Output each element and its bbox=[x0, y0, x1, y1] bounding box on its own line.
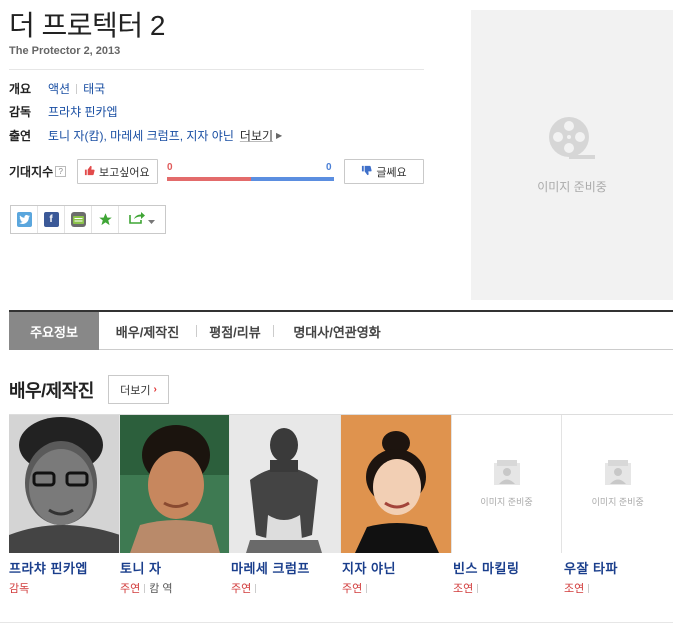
share-dropdown-button[interactable] bbox=[119, 211, 165, 229]
poster-placeholder-text: 이미지 준비중 bbox=[537, 180, 607, 194]
cast-links[interactable]: 토니 자(캄), 마레세 크럼프, 지자 야닌 bbox=[48, 127, 234, 144]
cast-name-2[interactable]: 토니 자 bbox=[120, 558, 162, 577]
portrait-image bbox=[341, 415, 451, 553]
cast-role-5: 조연 bbox=[453, 580, 482, 596]
role-text: 조연 bbox=[564, 583, 585, 595]
separator bbox=[588, 583, 590, 593]
photo-placeholder-text: 이미지 준비중 bbox=[591, 497, 644, 507]
role-text: 조연 bbox=[453, 583, 474, 595]
cast-row-info: 출연 토니 자(캄), 마레세 크럼프, 지자 야닌 더보기 ▶ bbox=[9, 127, 282, 144]
role-text: 주연 bbox=[342, 583, 363, 595]
tab-main-info[interactable]: 주요정보 bbox=[9, 312, 99, 350]
director-row: 감독 프라챠 핀카엡 bbox=[9, 103, 118, 120]
help-icon[interactable]: ? bbox=[55, 165, 67, 177]
tab-ratings-reviews[interactable]: 평점/리뷰 bbox=[197, 312, 273, 350]
chevron-right-icon: ▶ bbox=[276, 131, 283, 140]
want-count: 0 bbox=[167, 162, 173, 173]
cast-section-title: 배우/제작진 bbox=[9, 381, 94, 401]
portrait-image bbox=[119, 415, 230, 553]
divider bbox=[0, 622, 673, 623]
expectation-label-group: 기대지수 ? bbox=[9, 158, 72, 184]
twitter-icon bbox=[16, 212, 32, 227]
cast-name-1[interactable]: 프라챠 핀카엡 bbox=[9, 558, 88, 577]
role-text: 주연 bbox=[231, 583, 252, 595]
cast-role-6: 조연 bbox=[564, 580, 593, 596]
overview-row: 개요 액션 태국 bbox=[9, 80, 105, 97]
movie-title: 더 프로텍터 2 bbox=[9, 10, 165, 41]
facebook-share-button[interactable]: f bbox=[38, 206, 65, 233]
cast-more-link[interactable]: 더보기 bbox=[240, 127, 273, 144]
want-to-see-button[interactable]: 보고싶어요 bbox=[77, 159, 158, 184]
no-label: 글쎄요 bbox=[376, 166, 407, 179]
separator bbox=[144, 583, 146, 593]
cast-photo-4[interactable] bbox=[341, 415, 452, 553]
portrait-image bbox=[9, 415, 119, 553]
divider bbox=[9, 69, 424, 70]
cast-photo-2[interactable] bbox=[119, 415, 231, 553]
thumbs-down-icon bbox=[361, 165, 372, 179]
want-label: 보고싶어요 bbox=[99, 166, 150, 179]
tab-cast-crew[interactable]: 배우/제작진 bbox=[99, 312, 196, 350]
expectation-gauge bbox=[167, 177, 334, 181]
cast-name-4[interactable]: 지자 야닌 bbox=[342, 558, 396, 577]
cast-name-6[interactable]: 우잘 타파 bbox=[564, 558, 618, 577]
cast-name-5[interactable]: 빈스 마킬링 bbox=[453, 558, 519, 577]
director-link[interactable]: 프라챠 핀카엡 bbox=[48, 103, 118, 120]
movie-subtitle: The Protector 2, 2013 bbox=[9, 45, 121, 57]
genre-link[interactable]: 액션 bbox=[48, 80, 70, 97]
not-sure-button[interactable]: 글쎄요 bbox=[344, 159, 424, 184]
person-placeholder-icon bbox=[493, 460, 521, 491]
thumbs-up-icon bbox=[84, 165, 95, 179]
separator bbox=[366, 583, 368, 593]
cast-role-3: 주연 bbox=[231, 580, 260, 596]
gauge-no-fill bbox=[250, 177, 334, 181]
separator bbox=[255, 583, 257, 593]
cast-photo-3[interactable] bbox=[230, 415, 342, 553]
caret-down-icon bbox=[148, 211, 155, 229]
person-placeholder-icon bbox=[604, 460, 632, 491]
me2day-share-button[interactable] bbox=[65, 206, 92, 233]
cast-role-4: 주연 bbox=[342, 580, 371, 596]
expectation-label: 기대지수 bbox=[9, 164, 54, 179]
character-text: 캄 역 bbox=[149, 583, 173, 595]
tab-quotes-related[interactable]: 명대사/연관영화 bbox=[274, 312, 400, 350]
share-export-icon bbox=[129, 211, 145, 229]
cast-photo-5[interactable]: 이미지 준비중 bbox=[451, 415, 563, 553]
chevron-right-icon: › bbox=[153, 384, 157, 395]
me2day-icon bbox=[70, 212, 86, 227]
cast-photo-1[interactable] bbox=[9, 415, 120, 553]
portrait-image bbox=[230, 415, 341, 553]
cast-photo-6[interactable]: 이미지 준비중 bbox=[562, 415, 673, 553]
separator bbox=[477, 583, 479, 593]
cast-photo-row: 이미지 준비중 이미지 준비중 bbox=[9, 414, 673, 553]
film-reel-icon bbox=[547, 115, 597, 170]
photo-placeholder-text: 이미지 준비중 bbox=[480, 497, 533, 507]
cast-role-1: 감독 bbox=[9, 580, 29, 596]
country-link[interactable]: 태국 bbox=[83, 80, 105, 97]
facebook-icon: f bbox=[43, 212, 59, 227]
cast-role-2: 주연 캄 역 bbox=[120, 580, 173, 596]
favorite-star-icon bbox=[98, 212, 113, 227]
cast-more-button[interactable]: 더보기 › bbox=[108, 375, 169, 404]
gauge-want-fill bbox=[167, 177, 251, 181]
twitter-share-button[interactable] bbox=[11, 206, 38, 233]
cast-label: 출연 bbox=[9, 129, 32, 143]
favorite-button[interactable] bbox=[92, 206, 119, 233]
separator bbox=[76, 83, 78, 94]
director-label: 감독 bbox=[9, 105, 32, 119]
detail-tabs: 주요정보 배우/제작진 평점/리뷰 명대사/연관영화 bbox=[9, 310, 673, 350]
no-count: 0 bbox=[326, 162, 332, 173]
role-text: 주연 bbox=[120, 583, 141, 595]
share-bar: f bbox=[10, 205, 166, 234]
cast-name-3[interactable]: 마레세 크럼프 bbox=[231, 558, 310, 577]
overview-label: 개요 bbox=[9, 82, 32, 96]
cast-more-label: 더보기 bbox=[120, 384, 151, 397]
poster-placeholder: 이미지 준비중 bbox=[471, 10, 673, 300]
role-text: 감독 bbox=[9, 583, 30, 595]
